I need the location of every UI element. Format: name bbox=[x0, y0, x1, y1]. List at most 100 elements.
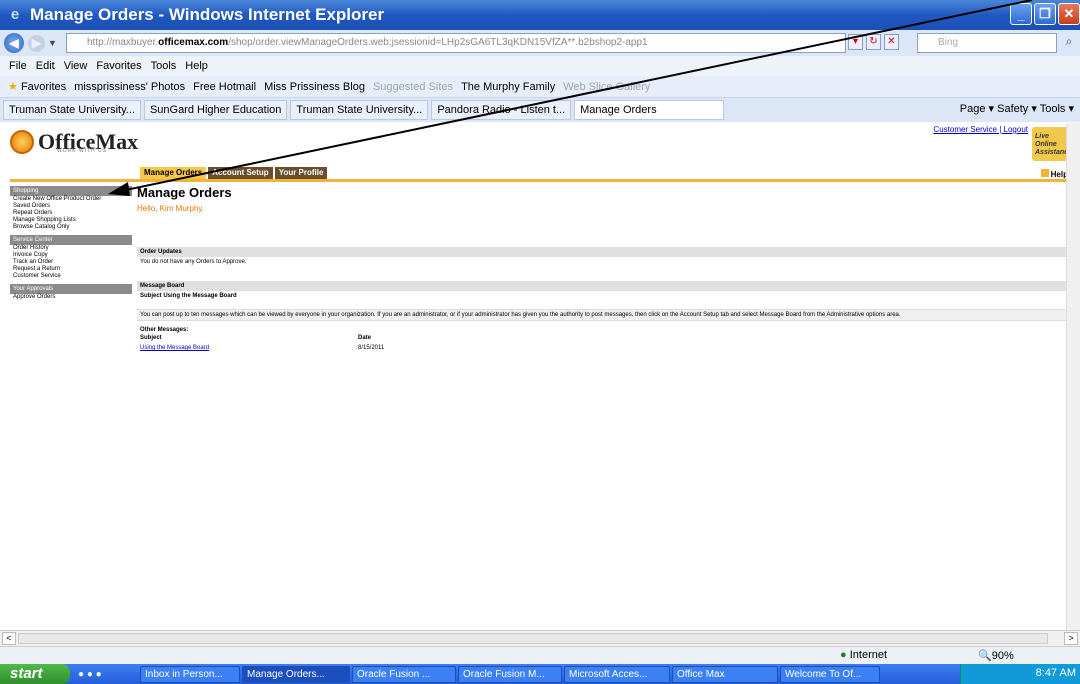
globe-icon: ● bbox=[840, 649, 847, 661]
address-bar: ◀ ▶ ▼ http://maxbuyer.officemax.com/shop… bbox=[0, 30, 1080, 56]
col-subject: Subject bbox=[140, 335, 162, 341]
fav-item-webslice[interactable]: Web Slice Gallery bbox=[563, 81, 650, 93]
vertical-scrollbar[interactable] bbox=[1066, 123, 1080, 630]
minimize-button[interactable]: _ bbox=[1010, 3, 1032, 25]
task-welcome[interactable]: Welcome To Of... bbox=[780, 665, 880, 683]
message-link[interactable]: Using the Message Board bbox=[140, 345, 209, 351]
stop-icon[interactable]: ✕ bbox=[884, 34, 899, 50]
sidebar-section-shopping: Shopping bbox=[10, 186, 132, 196]
compatibility-icon[interactable]: ▾ bbox=[848, 34, 863, 50]
window-title: Manage Orders - Windows Internet Explore… bbox=[30, 5, 385, 24]
sidebar-item-shopping-lists[interactable]: Manage Shopping Lists bbox=[10, 217, 132, 224]
system-tray: 8:47 AM bbox=[960, 664, 1080, 684]
ie-icon: e bbox=[10, 6, 20, 23]
message-board-header: Message Board bbox=[137, 281, 1071, 291]
forward-button[interactable]: ▶ bbox=[28, 34, 45, 52]
url-prefix: http://maxbuyer. bbox=[87, 37, 159, 48]
restore-button[interactable]: ❐ bbox=[1034, 3, 1056, 25]
taskbar: start ● ● ● Inbox in Person... Manage Or… bbox=[0, 664, 1080, 684]
task-office-max[interactable]: Office Max bbox=[672, 665, 778, 683]
fav-item-suggested[interactable]: Suggested Sites bbox=[373, 81, 453, 93]
back-button[interactable]: ◀ bbox=[4, 33, 24, 53]
message-subject: Subject Using the Message Board bbox=[140, 293, 237, 299]
menu-favorites[interactable]: Favorites bbox=[96, 60, 141, 72]
tab-account-setup[interactable]: Account Setup bbox=[208, 167, 273, 179]
tab-manage-orders[interactable]: Manage Orders bbox=[574, 100, 725, 120]
sidebar-item-track-order[interactable]: Track an Order bbox=[10, 259, 132, 266]
url-field[interactable]: http://maxbuyer.officemax.com/shop/order… bbox=[66, 33, 846, 53]
search-icon[interactable]: ⌕ bbox=[1060, 34, 1078, 52]
page-title: Manage Orders bbox=[137, 185, 232, 200]
sidebar-item-repeat-orders[interactable]: Repeat Orders bbox=[10, 210, 132, 217]
start-button[interactable]: start bbox=[0, 664, 70, 684]
header-divider bbox=[10, 179, 1071, 182]
url-suffix: /shop/order.viewManageOrders.web;jsessio… bbox=[228, 37, 648, 48]
scroll-thumb[interactable] bbox=[18, 633, 1048, 644]
menu-edit[interactable]: Edit bbox=[36, 60, 55, 72]
other-messages-label: Other Messages: bbox=[140, 327, 189, 333]
task-oracle-2[interactable]: Oracle Fusion M... bbox=[458, 665, 562, 683]
main-content: Manage Orders Hello, Kim Murphy. Order U… bbox=[137, 185, 1071, 355]
sidebar-section-approvals: Your Approvals bbox=[10, 284, 132, 294]
greeting: Hello, Kim Murphy. bbox=[137, 204, 204, 213]
sidebar-item-customer-service[interactable]: Customer Service bbox=[10, 273, 132, 280]
zoom-icon: 🔍 bbox=[978, 650, 992, 662]
message-body: You can post up to ten messages which ca… bbox=[137, 309, 1071, 321]
menu-bar: File Edit View Favorites Tools Help bbox=[0, 56, 1080, 76]
tab-truman-2[interactable]: Truman State University... bbox=[290, 100, 429, 120]
help-link[interactable]: Help bbox=[1040, 169, 1068, 179]
search-input[interactable]: Bing bbox=[917, 33, 1057, 53]
star-icon: ★ bbox=[8, 81, 18, 93]
quick-launch[interactable]: ● ● ● bbox=[78, 669, 138, 680]
sidebar-item-browse-catalog[interactable]: Browse Catalog Only bbox=[10, 224, 132, 231]
task-oracle-1[interactable]: Oracle Fusion ... bbox=[352, 665, 456, 683]
horizontal-scrollbar[interactable]: < > bbox=[0, 630, 1080, 646]
fav-item-blog[interactable]: Miss Prissiness Blog bbox=[264, 81, 365, 93]
command-bar[interactable]: Page ▾ Safety ▾ Tools ▾ bbox=[960, 102, 1074, 115]
fav-item-hotmail[interactable]: Free Hotmail bbox=[193, 81, 256, 93]
task-access[interactable]: Microsoft Acces... bbox=[564, 665, 670, 683]
tab-your-profile[interactable]: Your Profile bbox=[274, 167, 328, 179]
sidebar-item-request-return[interactable]: Request a Return bbox=[10, 266, 132, 273]
favorites-button[interactable]: ★ Favorites bbox=[8, 80, 66, 93]
col-date: Date bbox=[358, 335, 372, 341]
refresh-icon[interactable]: ↻ bbox=[866, 34, 881, 50]
sidebar-item-invoice-copy[interactable]: Invoice Copy bbox=[10, 252, 132, 259]
menu-file[interactable]: File bbox=[9, 60, 27, 72]
status-bar: ● Internet 🔍90% bbox=[0, 646, 1080, 664]
url-domain: officemax.com bbox=[158, 37, 229, 48]
table-row: Using the Message Board 8/15/2011 bbox=[137, 345, 1071, 355]
fav-item-murphy[interactable]: The Murphy Family bbox=[461, 81, 555, 93]
tab-pandora[interactable]: Pandora Radio - Listen t... bbox=[431, 100, 572, 120]
message-date: 8/15/2011 bbox=[358, 345, 385, 351]
help-icon bbox=[1040, 169, 1049, 177]
tab-bar: Truman State University... SunGard Highe… bbox=[0, 98, 1080, 122]
clock: 8:47 AM bbox=[1035, 667, 1076, 679]
scroll-left-icon[interactable]: < bbox=[2, 632, 16, 645]
sidebar-item-approve-orders[interactable]: Approve Orders bbox=[10, 294, 132, 301]
menu-help[interactable]: Help bbox=[185, 60, 208, 72]
customer-service-logout-links[interactable]: Customer Service | Logout bbox=[933, 125, 1028, 134]
sidebar-item-saved-orders[interactable]: Saved Orders bbox=[10, 203, 132, 210]
menu-view[interactable]: View bbox=[64, 60, 88, 72]
order-updates-header: Order Updates bbox=[137, 247, 1071, 257]
live-assistance-button[interactable]: Live Online Assistance bbox=[1032, 127, 1072, 161]
close-button[interactable]: ✕ bbox=[1058, 3, 1080, 25]
title-bar: e Manage Orders - Windows Internet Explo… bbox=[0, 0, 1080, 30]
zone-indicator: ● Internet bbox=[840, 649, 888, 661]
scroll-right-icon[interactable]: > bbox=[1064, 632, 1078, 645]
history-dropdown[interactable]: ▼ bbox=[48, 38, 57, 48]
sidebar-item-create-order[interactable]: Create New Office Product Order bbox=[10, 196, 132, 203]
tab-manage-orders-site[interactable]: Manage Orders bbox=[140, 167, 207, 179]
order-updates-text: You do not have any Orders to Approve. bbox=[140, 259, 247, 265]
zoom-level[interactable]: 🔍90% bbox=[978, 649, 1014, 662]
tab-truman-1[interactable]: Truman State University... bbox=[3, 100, 141, 120]
sidebar-item-order-history[interactable]: Order History bbox=[10, 245, 132, 252]
task-manage-orders[interactable]: Manage Orders... bbox=[242, 665, 350, 683]
fav-item-photos[interactable]: missprissiness' Photos bbox=[74, 81, 185, 93]
tab-sungard[interactable]: SunGard Higher Education bbox=[143, 100, 288, 120]
task-inbox[interactable]: Inbox in Person... bbox=[140, 665, 240, 683]
logo-tagline: WORK WITH US bbox=[57, 148, 108, 154]
favorites-bar: ★ Favorites missprissiness' Photos Free … bbox=[0, 76, 1080, 98]
menu-tools[interactable]: Tools bbox=[151, 60, 177, 72]
